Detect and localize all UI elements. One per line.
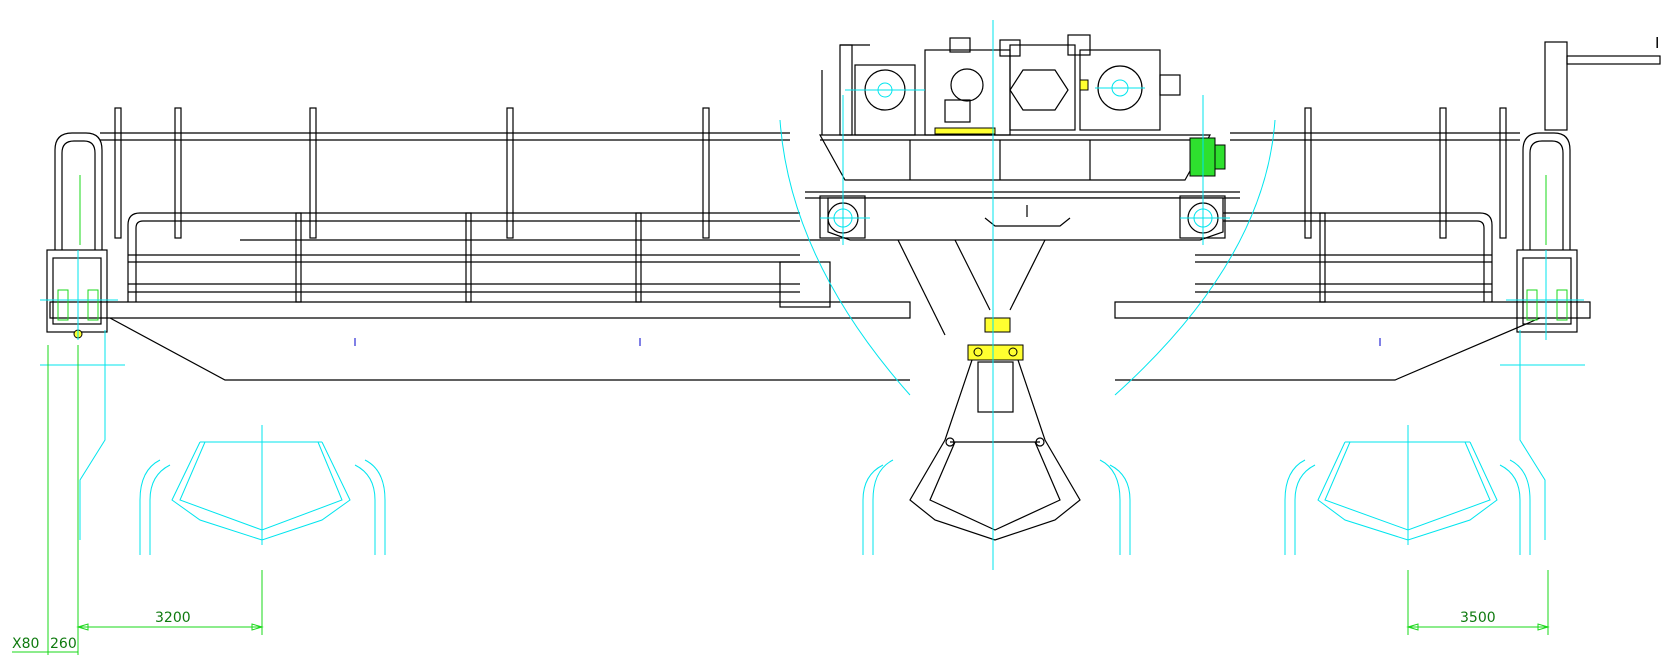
centerlines xyxy=(40,20,1584,570)
trolley xyxy=(805,34,1240,241)
dimension-left-edge: X80 xyxy=(12,636,39,652)
hoist-ropes xyxy=(897,239,1046,336)
front-railing-left xyxy=(127,212,831,308)
limit-post xyxy=(1544,41,1661,131)
dimension-left-offset: 260 xyxy=(50,636,77,652)
dimension-right-span: 3500 xyxy=(1460,610,1496,626)
grab-bucket xyxy=(909,317,1081,541)
hoist-machinery xyxy=(821,34,1181,136)
corner-label: I xyxy=(1655,34,1659,52)
dimension-left-span: 3200 xyxy=(155,610,191,626)
clearance-envelope xyxy=(40,119,1585,540)
main-girder xyxy=(49,239,1591,381)
grab-outline-centre-sides xyxy=(862,459,1131,555)
end-carriage-left xyxy=(46,132,108,339)
motor-green xyxy=(1189,137,1226,177)
back-railing xyxy=(100,107,1520,239)
back-railing-posts xyxy=(114,107,1507,239)
crane-drawing: I X80 260 3200 3500 xyxy=(12,20,1661,655)
front-railing-right xyxy=(1195,212,1493,303)
